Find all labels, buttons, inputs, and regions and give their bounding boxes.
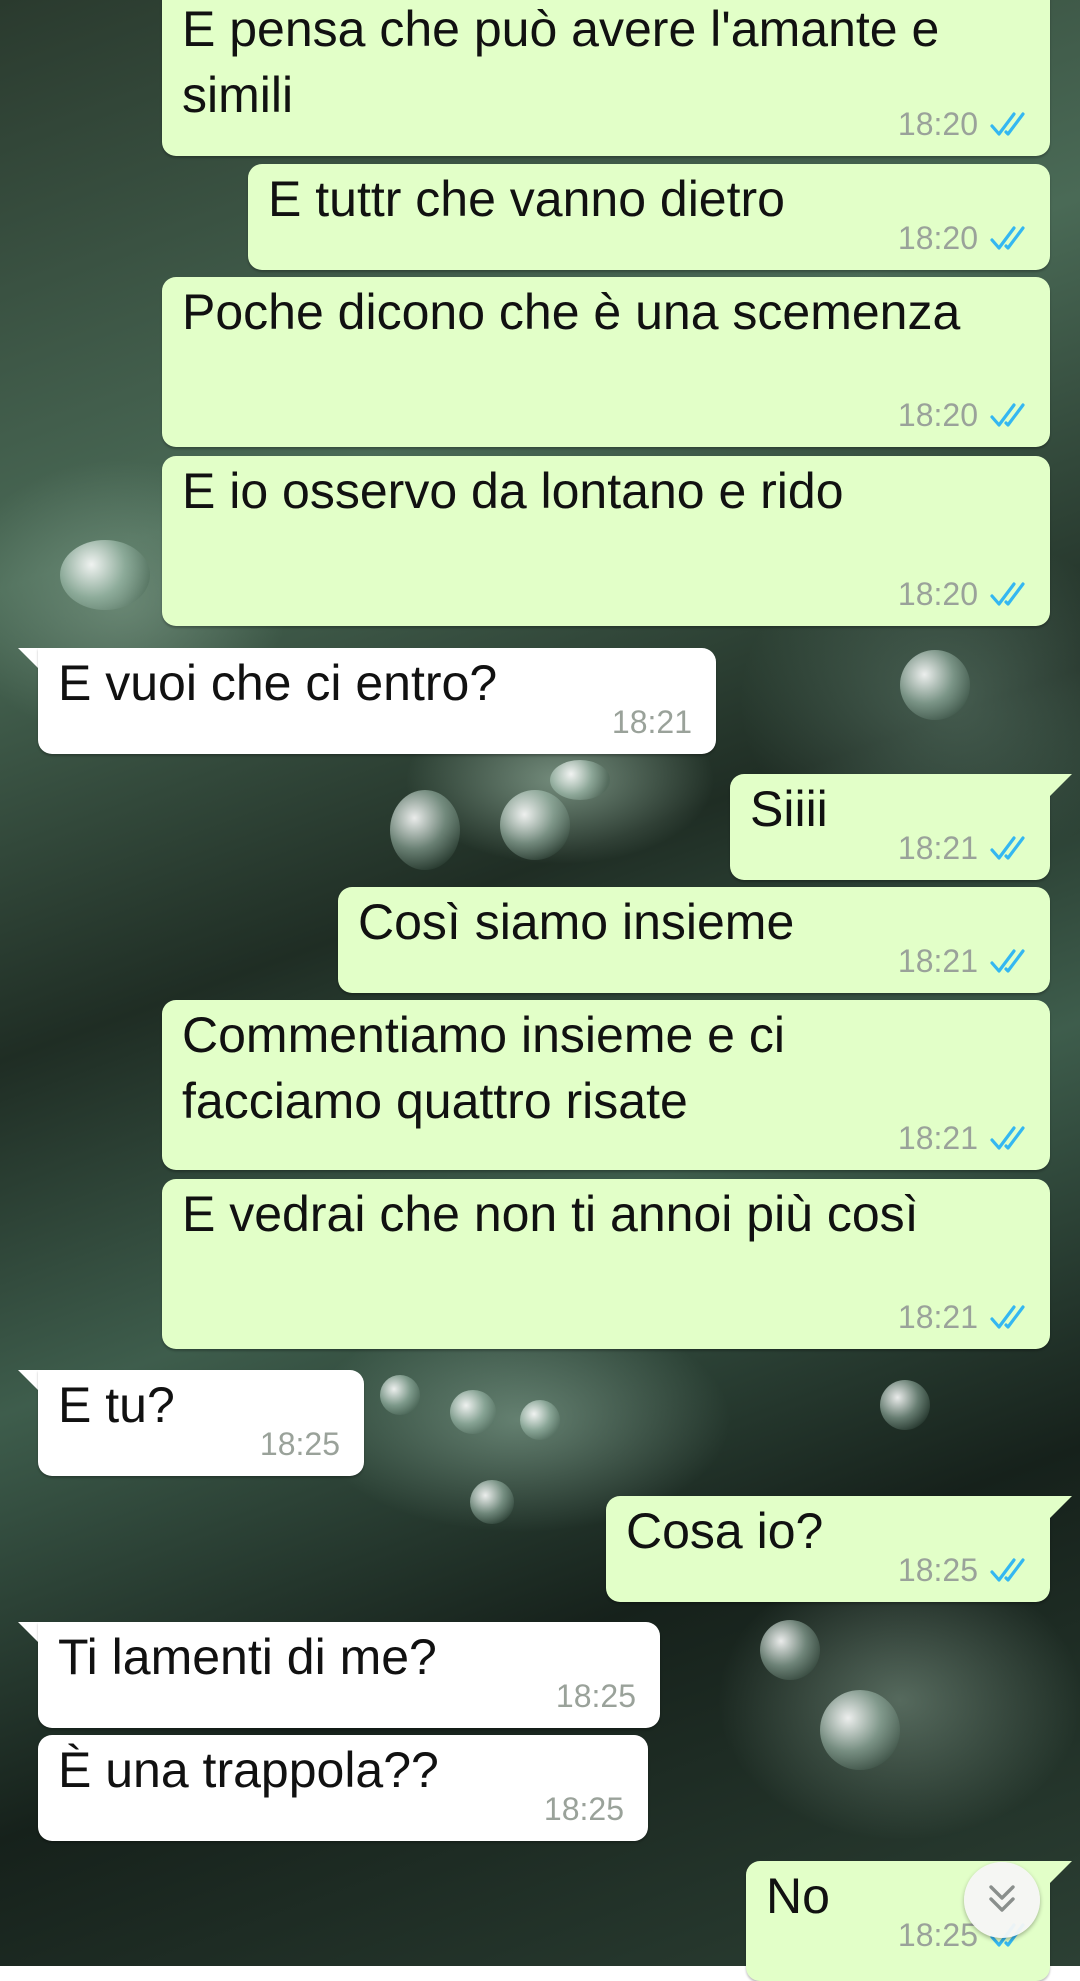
message-bubble-outgoing[interactable]: Siiii 18:21	[730, 774, 1050, 880]
double-check-icon	[990, 1305, 1025, 1329]
message-time: 18:21	[897, 943, 978, 979]
bubble-tail	[18, 1370, 40, 1392]
message-bubble-outgoing[interactable]: Commentiamo insieme e ci facciamo quattr…	[162, 1000, 1050, 1170]
message-time: 18:20	[897, 106, 978, 142]
message-bubble-outgoing[interactable]: Cosa io? 18:25	[606, 1496, 1050, 1602]
bubble-tail	[1050, 774, 1072, 796]
message-time: 18:20	[897, 220, 978, 256]
double-check-icon	[990, 836, 1025, 860]
bubble-tail	[18, 648, 40, 670]
message-bubble-outgoing[interactable]: E io osservo da lontano e rido 18:20	[162, 456, 1050, 626]
bubble-tail	[18, 1622, 40, 1644]
message-time: 18:25	[259, 1426, 340, 1462]
bubble-tail	[1050, 1496, 1072, 1518]
message-time: 18:25	[897, 1917, 978, 1953]
message-text: Poche dicono che è una scemenza	[182, 284, 961, 340]
message-bubble-outgoing[interactable]: Così siamo insieme 18:21	[338, 887, 1050, 993]
double-chevron-down-icon	[989, 1885, 1015, 1912]
double-check-icon	[990, 582, 1025, 606]
double-check-icon	[990, 112, 1025, 136]
message-text: E io osservo da lontano e rido	[182, 463, 844, 519]
message-text: Commentiamo insieme e ci facciamo quattr…	[182, 1007, 799, 1129]
message-text: E vedrai che non ti annoi più così	[182, 1186, 919, 1242]
double-check-icon	[990, 949, 1025, 973]
double-check-icon	[990, 226, 1025, 250]
message-time: 18:20	[897, 397, 978, 433]
message-time: 18:20	[897, 576, 978, 612]
message-time: 18:25	[543, 1791, 624, 1827]
message-bubble-outgoing[interactable]: E vedrai che non ti annoi più così 18:21	[162, 1179, 1050, 1349]
message-bubble-incoming[interactable]: È una trappola?? 18:25	[38, 1735, 648, 1841]
message-bubble-outgoing[interactable]: Poche dicono che è una scemenza 18:20	[162, 277, 1050, 447]
message-time: 18:25	[555, 1678, 636, 1714]
message-bubble-incoming[interactable]: E tu? 18:25	[38, 1370, 364, 1476]
message-bubble-outgoing[interactable]: E tuttr che vanno dietro 18:20	[248, 164, 1050, 270]
message-bubble-outgoing[interactable]: E pensa che può avere l'amante e simili …	[162, 0, 1050, 156]
message-bubble-incoming[interactable]: Ti lamenti di me? 18:25	[38, 1622, 660, 1728]
scroll-to-bottom-button[interactable]	[964, 1862, 1040, 1938]
double-check-icon	[990, 403, 1025, 427]
message-text: È una trappola??	[58, 1742, 439, 1798]
message-time: 18:21	[611, 704, 692, 740]
message-time: 18:21	[897, 1120, 978, 1156]
message-time: 18:25	[897, 1552, 978, 1588]
message-text: Siiii	[750, 781, 828, 837]
bubble-tail	[1050, 1861, 1072, 1883]
double-check-icon	[990, 1558, 1025, 1582]
double-check-icon	[990, 1126, 1025, 1150]
message-text: E vuoi che ci entro?	[58, 655, 498, 711]
message-time: 18:21	[897, 1299, 978, 1335]
message-text: Ti lamenti di me?	[58, 1629, 437, 1685]
message-bubble-incoming[interactable]: E vuoi che ci entro? 18:21	[38, 648, 716, 754]
message-time: 18:21	[897, 830, 978, 866]
